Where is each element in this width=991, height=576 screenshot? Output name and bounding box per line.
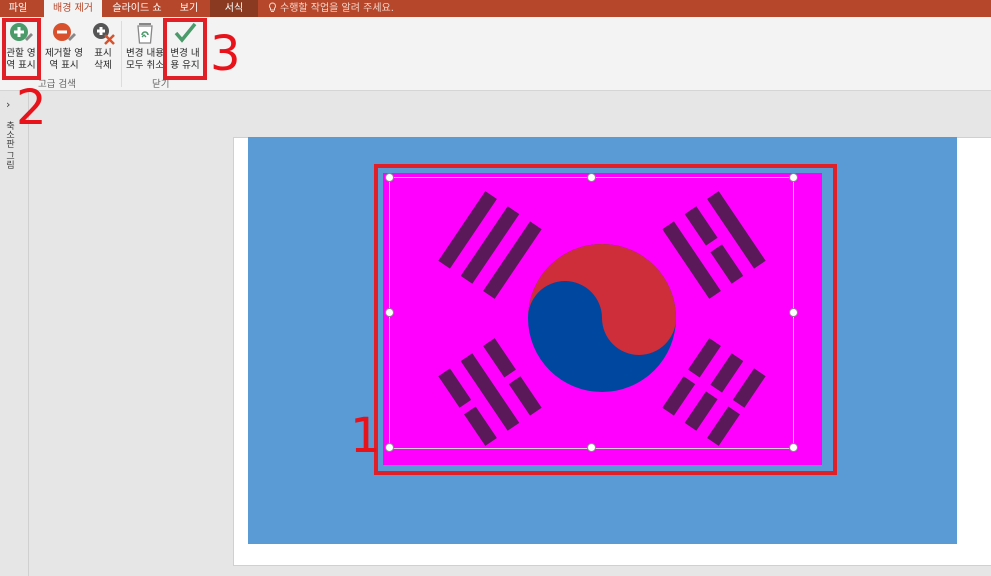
discard-label-1: 변경 내용: [126, 48, 164, 59]
delete-label-1: 표시: [94, 48, 112, 59]
delete-mark-button[interactable]: 표시 삭제: [88, 17, 118, 77]
recycle-bin-icon: [137, 23, 153, 44]
annotation-box-3: [163, 18, 207, 80]
annotation-box-1: [374, 164, 837, 475]
remove-label-2: 역 표시: [49, 60, 79, 71]
ribbon: 관할 영역 표시 제거할 영역 표시 표시 삭제 변경 내용 모두 취소 변경 내용: [0, 17, 991, 91]
tell-me-search[interactable]: 수행할 작업을 알려 주세요.: [268, 0, 394, 17]
tab-slide-show[interactable]: 슬라이드 쇼: [104, 0, 170, 17]
minus-pencil-icon: [53, 23, 76, 41]
chevron-right-icon[interactable]: ›: [6, 98, 10, 111]
annotation-number-1: 1: [350, 408, 381, 464]
annotation-box-2: [2, 18, 41, 80]
annotation-number-3: 3: [210, 26, 241, 82]
tab-format[interactable]: 서식: [210, 0, 258, 17]
ribbon-tab-bar: 파일 배경 제거 슬라이드 쇼 보기 서식 수행할 작업을 알려 주세요.: [0, 0, 991, 17]
delete-label-2: 삭제: [94, 60, 112, 71]
tab-background-removal[interactable]: 배경 제거: [44, 0, 102, 17]
discard-label-2: 모두 취소: [126, 60, 164, 71]
tell-me-text: 수행할 작업을 알려 주세요.: [280, 3, 394, 14]
tab-file[interactable]: 파일: [0, 0, 36, 17]
delete-mark-icon: [93, 23, 115, 45]
thumbnail-pane: › 축소판 그림: [0, 91, 29, 576]
tab-view[interactable]: 보기: [172, 0, 206, 17]
remove-label-1: 제거할 영: [45, 48, 83, 59]
annotation-number-2: 2: [16, 80, 47, 136]
thumbnail-pane-label[interactable]: 축소판 그림: [2, 121, 16, 169]
group-separator: [121, 21, 122, 87]
mark-areas-to-remove-button[interactable]: 제거할 영역 표시: [42, 17, 86, 77]
discard-all-changes-button[interactable]: 변경 내용 모두 취소: [124, 17, 166, 77]
lightbulb-icon: [269, 2, 276, 12]
